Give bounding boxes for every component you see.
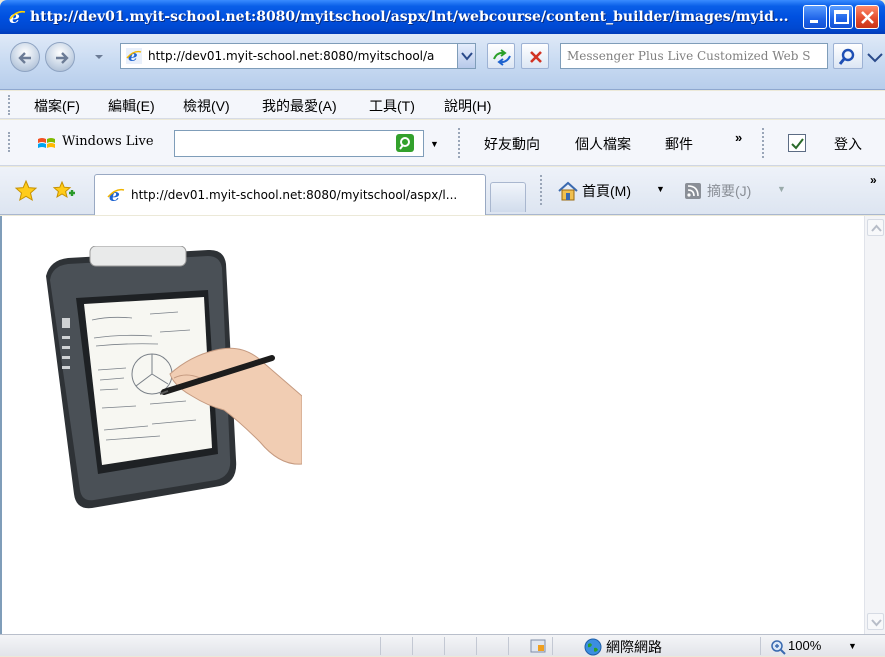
go-icon: [493, 49, 511, 66]
status-bar: 網際網路 100% ▼: [0, 634, 885, 656]
lock-icon[interactable]: [530, 639, 546, 653]
vertical-scrollbar[interactable]: [864, 216, 885, 634]
windows-live-logo-icon: [38, 138, 55, 148]
live-search-dropdown[interactable]: ▼: [430, 139, 439, 149]
recent-pages-dropdown[interactable]: [94, 52, 104, 62]
live-more-chevron[interactable]: »: [735, 130, 742, 145]
minimize-icon: [810, 20, 818, 23]
maximize-icon: [834, 10, 849, 24]
scroll-down-button[interactable]: [867, 613, 884, 630]
checkmark-icon: [791, 138, 804, 150]
toolbar-grip[interactable]: [8, 95, 11, 115]
status-cell: [412, 637, 413, 655]
chevron-down-icon: [871, 619, 882, 627]
favorites-star-icon[interactable]: [14, 179, 38, 203]
new-tab-button[interactable]: [490, 182, 526, 212]
menu-tools[interactable]: 工具(T): [369, 96, 415, 116]
stop-icon: [530, 51, 542, 63]
search-button[interactable]: [833, 43, 863, 69]
search-icon: [399, 137, 410, 150]
separator: [540, 175, 542, 205]
status-cell: [760, 637, 761, 655]
window-title: http://dev01.myit-school.net:8080/myitsc…: [30, 9, 789, 25]
menu-edit[interactable]: 編輯(E): [108, 96, 155, 116]
address-dropdown[interactable]: [457, 44, 475, 68]
browser-window: e http://dev01.myit-school.net:8080/myit…: [0, 0, 885, 656]
menu-file[interactable]: 檔案(F): [34, 96, 80, 116]
status-cell: [444, 637, 445, 655]
status-cell: [380, 637, 381, 655]
live-search-input[interactable]: [174, 130, 424, 157]
command-bar-chevron[interactable]: »: [870, 173, 877, 187]
live-link-profile[interactable]: 個人檔案: [575, 134, 631, 154]
title-bar[interactable]: e http://dev01.myit-school.net:8080/myit…: [0, 0, 885, 34]
signin-link[interactable]: 登入: [834, 134, 862, 154]
home-dropdown[interactable]: ▼: [656, 184, 665, 194]
stop-button[interactable]: [521, 43, 549, 69]
windows-live-toolbar: Windows Live ▼ 好友動向 個人檔案 郵件 » 登入: [0, 120, 885, 166]
address-field[interactable]: e http://dev01.myit-school.net:8080/myit…: [120, 43, 476, 69]
toolbar-grip[interactable]: [8, 132, 11, 152]
tab-title: http://dev01.myit-school.net:8080/myitsc…: [131, 188, 458, 202]
feeds-dropdown[interactable]: ▼: [777, 184, 786, 194]
close-icon: [861, 11, 874, 24]
back-arrow-icon: [18, 52, 31, 64]
search-placeholder: Messenger Plus Live Customized Web S: [567, 49, 811, 63]
chevron-down-icon: [867, 53, 883, 63]
chevron-up-icon: [871, 224, 882, 232]
status-cell: [552, 637, 553, 655]
status-cell: [476, 637, 477, 655]
scroll-up-button[interactable]: [867, 219, 884, 236]
status-cell: [508, 637, 509, 655]
live-link-mail[interactable]: 郵件: [665, 134, 693, 154]
refresh-button[interactable]: [487, 43, 515, 69]
add-favorites-icon[interactable]: [52, 179, 76, 203]
separator: [762, 128, 764, 158]
ie-logo-icon: e: [126, 48, 142, 64]
live-search-button[interactable]: [396, 134, 414, 152]
page-content: [0, 216, 864, 634]
forward-arrow-icon: [56, 52, 69, 64]
live-status-checkbox[interactable]: [788, 134, 806, 152]
separator: [458, 128, 460, 158]
menu-view[interactable]: 檢視(V): [183, 96, 230, 116]
zoom-level[interactable]: 100%: [788, 638, 821, 653]
menu-bar: 檔案(F) 編輯(E) 檢視(V) 我的最愛(A) 工具(T) 說明(H): [0, 91, 885, 119]
feeds-button[interactable]: 摘要(J): [707, 181, 751, 201]
home-button[interactable]: 首頁(M): [582, 181, 631, 201]
address-text: http://dev01.myit-school.net:8080/myitsc…: [148, 49, 435, 63]
search-input[interactable]: Messenger Plus Live Customized Web S: [560, 43, 828, 69]
feed-icon[interactable]: [685, 183, 701, 199]
forward-button[interactable]: [45, 42, 75, 72]
menu-help[interactable]: 說明(H): [444, 96, 491, 116]
zoom-icon[interactable]: [770, 639, 786, 655]
back-button[interactable]: [10, 42, 40, 72]
security-zone[interactable]: 網際網路: [606, 637, 662, 657]
globe-icon: [584, 638, 602, 656]
close-button[interactable]: [855, 5, 879, 29]
address-toolbar: e http://dev01.myit-school.net:8080/myit…: [0, 34, 885, 90]
minimize-button[interactable]: [803, 5, 827, 29]
tab-bar: e http://dev01.myit-school.net:8080/myit…: [0, 167, 885, 215]
maximize-button[interactable]: [829, 5, 853, 29]
menu-favorites[interactable]: 我的最愛(A): [262, 96, 337, 116]
tablet-drawing-image: [46, 246, 302, 509]
ie-logo-icon: e: [107, 186, 125, 204]
search-icon: [838, 48, 855, 65]
ie-logo-icon: e: [9, 8, 26, 26]
home-icon[interactable]: [557, 181, 579, 201]
zoom-dropdown[interactable]: ▼: [848, 641, 857, 651]
windows-live-label: Windows Live: [62, 134, 154, 149]
tab-active[interactable]: e http://dev01.myit-school.net:8080/myit…: [94, 174, 486, 215]
chevron-down-icon: [461, 52, 473, 61]
search-options-button[interactable]: [866, 47, 885, 67]
live-link-friends[interactable]: 好友動向: [484, 134, 540, 154]
